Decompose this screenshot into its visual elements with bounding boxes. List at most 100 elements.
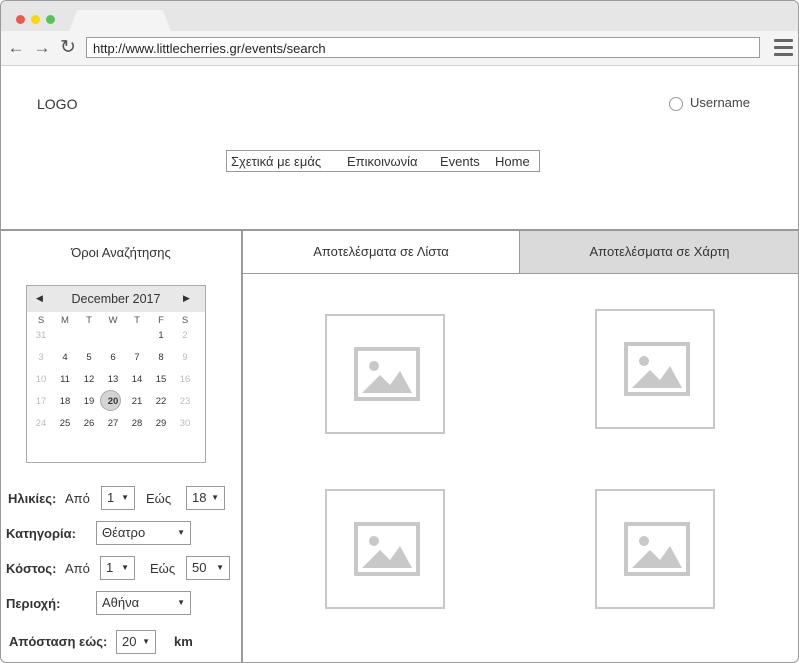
calendar-day[interactable]: 5 (77, 352, 101, 363)
cost-from-select[interactable]: 1 ▼ (100, 556, 135, 580)
category-value: Θέατρο (102, 525, 146, 540)
cost-to-value: 50 (192, 560, 207, 575)
chevron-down-icon: ▼ (142, 637, 150, 646)
calendar-weekday: T (86, 315, 92, 326)
category-select[interactable]: Θέατρο ▼ (96, 521, 191, 545)
chevron-down-icon: ▼ (177, 598, 185, 607)
calendar-day[interactable]: 17 (29, 396, 53, 407)
tab-results-list[interactable]: Αποτελέσματα σε Λίστα (243, 231, 519, 274)
url-bar[interactable]: http://www.littlecherries.gr/events/sear… (86, 37, 760, 58)
user-avatar-icon (669, 96, 683, 111)
menu-item-contact[interactable]: Επικοινωνία (347, 154, 418, 169)
distance-value: 20 (122, 634, 137, 649)
forward-arrow-icon[interactable]: → (33, 39, 51, 57)
ages-from-select[interactable]: 1 ▼ (101, 486, 135, 510)
calendar-day[interactable]: 30 (173, 418, 197, 429)
image-placeholder-icon (624, 342, 690, 396)
user-menu[interactable]: Username (669, 95, 750, 111)
chevron-down-icon: ▼ (211, 493, 219, 502)
main-menu: Σχετικά με εμάς Επικοινωνία Events Home (226, 150, 540, 172)
calendar-day[interactable]: 3 (29, 352, 53, 363)
back-arrow-icon[interactable]: ← (7, 39, 25, 57)
calendar-day[interactable]: 23 (173, 396, 197, 407)
calendar-day[interactable]: 7 (125, 352, 149, 363)
menu-item-home[interactable]: Home (495, 154, 530, 169)
divider (241, 231, 243, 662)
menu-icon[interactable] (774, 39, 793, 57)
area-value: Αθήνα (102, 595, 140, 610)
ages-from-label: Από (65, 491, 90, 506)
result-image[interactable] (595, 309, 715, 429)
calendar-day[interactable]: 26 (77, 418, 101, 429)
calendar: ◀ December 2017 ▶ S M T W T F S 31 1 2 3 4 5 6 7 8 9 10 11… (26, 285, 206, 463)
result-image[interactable] (595, 489, 715, 609)
menu-item-events[interactable]: Events (440, 154, 480, 169)
cost-label: Κόστος: (6, 561, 57, 576)
result-image[interactable] (325, 314, 445, 434)
ages-to-select[interactable]: 18 ▼ (186, 486, 225, 510)
calendar-day[interactable]: 16 (173, 374, 197, 385)
browser-toolbar: ← → ↻ http://www.littlecherries.gr/event… (1, 31, 798, 66)
calendar-weekday: F (158, 315, 164, 326)
area-select[interactable]: Αθήνα ▼ (96, 591, 191, 615)
calendar-day[interactable]: 10 (29, 374, 53, 385)
next-month-icon[interactable]: ▶ (183, 293, 190, 304)
cost-from-label: Από (65, 561, 90, 576)
distance-label: Απόσταση εώς: (9, 634, 108, 649)
tab-results-map[interactable]: Αποτελέσματα σε Χάρτη (519, 231, 798, 274)
browser-tab[interactable] (69, 10, 171, 32)
title-bar (1, 1, 798, 32)
menu-item-about[interactable]: Σχετικά με εμάς (231, 154, 321, 169)
ages-from-value: 1 (107, 490, 115, 505)
logo[interactable]: LOGO (37, 96, 77, 112)
calendar-day[interactable]: 31 (29, 330, 53, 341)
calendar-weekday: W (108, 315, 118, 326)
calendar-day[interactable]: 29 (149, 418, 173, 429)
calendar-day[interactable]: 9 (173, 352, 197, 363)
calendar-day[interactable]: 15 (149, 374, 173, 385)
search-title: Όροι Αναζήτησης (71, 245, 171, 260)
distance-select[interactable]: 20 ▼ (116, 630, 156, 654)
browser-window: ← → ↻ http://www.littlecherries.gr/event… (0, 0, 799, 663)
image-placeholder-icon (624, 522, 690, 576)
area-label: Περιοχή: (6, 596, 61, 611)
calendar-header: ◀ December 2017 ▶ (27, 286, 205, 312)
chevron-down-icon: ▼ (177, 528, 185, 537)
calendar-day[interactable]: 1 (149, 330, 173, 341)
ages-label: Ηλικίες: (8, 491, 57, 506)
cost-to-select[interactable]: 50 ▼ (186, 556, 230, 580)
close-dot[interactable] (16, 15, 25, 24)
calendar-day[interactable]: 8 (149, 352, 173, 363)
calendar-day[interactable]: 27 (101, 418, 125, 429)
calendar-day[interactable]: 12 (77, 374, 101, 385)
calendar-day[interactable]: 28 (125, 418, 149, 429)
calendar-day[interactable]: 19 (77, 396, 101, 407)
calendar-day[interactable]: 4 (53, 352, 77, 363)
minimize-dot[interactable] (31, 15, 40, 24)
calendar-weekday: S (37, 315, 45, 326)
calendar-weekday: M (61, 315, 69, 326)
calendar-day[interactable]: 13 (101, 374, 125, 385)
calendar-day[interactable]: 24 (29, 418, 53, 429)
cost-from-value: 1 (106, 560, 114, 575)
distance-unit: km (174, 634, 193, 649)
calendar-day[interactable]: 22 (149, 396, 173, 407)
calendar-day[interactable]: 2 (173, 330, 197, 341)
calendar-day[interactable]: 21 (125, 396, 149, 407)
calendar-day[interactable]: 14 (125, 374, 149, 385)
image-placeholder-icon (354, 347, 420, 401)
chevron-down-icon: ▼ (121, 493, 129, 502)
calendar-day[interactable]: 25 (53, 418, 77, 429)
calendar-day[interactable]: 20 (101, 396, 125, 407)
result-image[interactable] (325, 489, 445, 609)
maximize-dot[interactable] (46, 15, 55, 24)
calendar-day[interactable]: 18 (53, 396, 77, 407)
ages-to-value: 18 (192, 490, 207, 505)
username: Username (690, 95, 750, 110)
category-label: Κατηγορία: (6, 526, 76, 541)
calendar-day[interactable]: 6 (101, 352, 125, 363)
calendar-day[interactable]: 11 (53, 374, 77, 385)
cost-to-label: Εώς (150, 561, 176, 576)
chevron-down-icon: ▼ (216, 563, 224, 572)
reload-icon[interactable]: ↻ (59, 38, 77, 57)
